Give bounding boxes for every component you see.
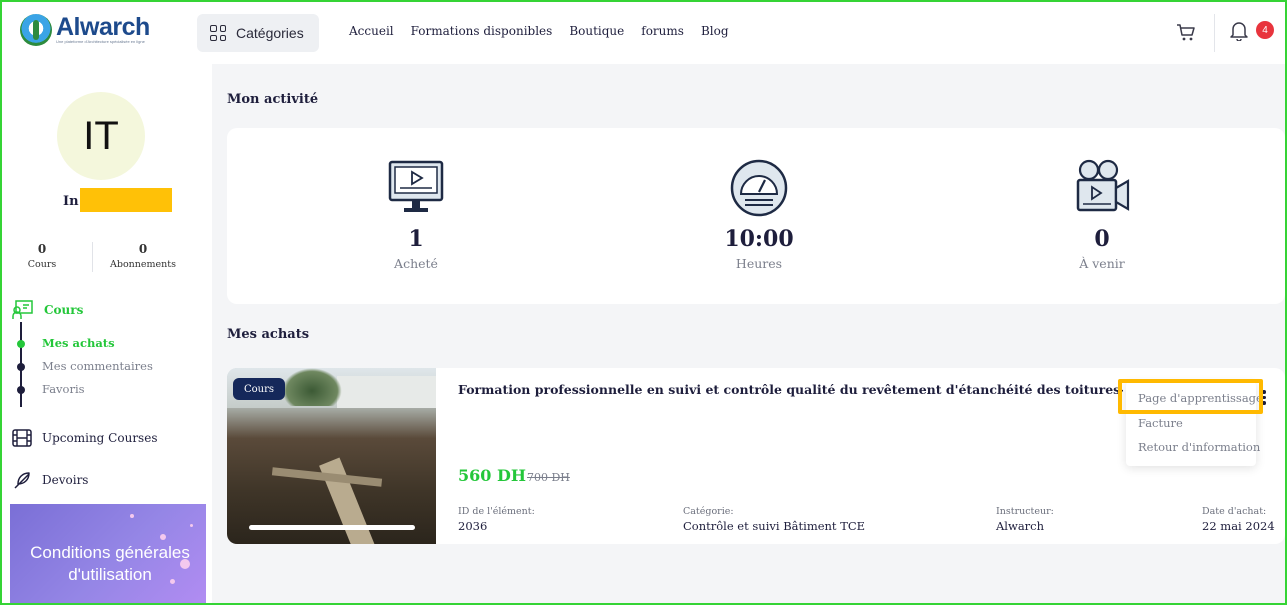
meta-item-id-value: 2036 bbox=[458, 519, 488, 533]
nav-accueil[interactable]: Accueil bbox=[349, 24, 394, 38]
sidebar-item-cours[interactable]: Cours bbox=[12, 300, 83, 320]
categories-button[interactable]: Catégories bbox=[197, 14, 319, 52]
redaction-box bbox=[80, 188, 172, 212]
meta-category: Catégorie: Contrôle et suivi Bâtiment TC… bbox=[683, 506, 865, 533]
top-header: Alwarch Une plateforme d'Architecture sp… bbox=[2, 2, 1285, 64]
stat-cours: 0 Cours bbox=[12, 242, 72, 272]
brand-logo[interactable]: Alwarch Une plateforme d'Architecture sp… bbox=[20, 14, 156, 46]
sub-menu-dot bbox=[17, 386, 25, 394]
terms-banner[interactable]: Conditions générales d'utilisation bbox=[10, 504, 206, 603]
stat-abonnements-label: Abonnements bbox=[110, 259, 176, 270]
activity-card: 1 Acheté 10:00 Heures 0 À venir bbox=[227, 128, 1285, 304]
meta-instructor: Instructeur: Alwarch bbox=[996, 506, 1054, 533]
activity-purchased-caption: Acheté bbox=[394, 256, 438, 271]
video-camera-icon bbox=[1076, 159, 1130, 212]
sidebar-item-devoirs[interactable]: Devoirs bbox=[12, 470, 88, 490]
thumbnail-progress-bar bbox=[249, 525, 415, 530]
stat-divider bbox=[92, 242, 93, 272]
nav-blog[interactable]: Blog bbox=[701, 24, 729, 38]
stat-abonnements-value: 0 bbox=[138, 242, 148, 256]
profile-stats: 0 Cours 0 Abonnements bbox=[12, 242, 202, 272]
purchases-title: Mes achats bbox=[227, 327, 310, 342]
meta-purchase-date-value: 22 mai 2024 bbox=[1202, 519, 1275, 533]
logo-mark-icon bbox=[20, 14, 52, 46]
sub-menu-dot bbox=[17, 363, 25, 371]
nav-forums[interactable]: forums bbox=[641, 24, 684, 38]
course-title[interactable]: Formation professionnelle en suivi et co… bbox=[458, 382, 1123, 397]
activity-title: Mon activité bbox=[227, 92, 319, 107]
meta-purchase-date-label: Date d'achat: bbox=[1202, 506, 1267, 517]
meta-category-value: Contrôle et suivi Bâtiment TCE bbox=[683, 519, 866, 533]
meta-item-id-label: ID de l'élément: bbox=[458, 506, 535, 517]
brand-name: Alwarch bbox=[56, 13, 150, 41]
nav-formations[interactable]: Formations disponibles bbox=[411, 24, 553, 38]
categories-label: Catégories bbox=[236, 25, 304, 41]
meta-category-label: Catégorie: bbox=[683, 506, 734, 517]
main-nav: Accueil Formations disponibles Boutique … bbox=[349, 24, 729, 38]
cart-icon[interactable] bbox=[1176, 22, 1196, 42]
activity-purchased-value: 1 bbox=[408, 226, 424, 252]
activity-upcoming-caption: À venir bbox=[1079, 256, 1125, 271]
activity-hours: 10:00 Heures bbox=[689, 158, 829, 271]
brand-tagline: Une plateforme d'Architecture spécialisé… bbox=[56, 39, 145, 44]
feather-pen-icon bbox=[14, 472, 30, 489]
meta-purchase-date: Date d'achat: 22 mai 2024 bbox=[1202, 506, 1275, 533]
stat-cours-label: Cours bbox=[27, 259, 57, 270]
notification-badge[interactable]: 4 bbox=[1256, 21, 1274, 39]
sidebar-sub-mes-commentaires[interactable]: Mes commentaires bbox=[42, 359, 153, 373]
header-divider bbox=[1214, 14, 1215, 52]
speedometer-icon bbox=[730, 159, 788, 217]
stat-cours-value: 0 bbox=[37, 242, 47, 256]
avatar: IT bbox=[57, 92, 145, 180]
sidebar: IT In 0 Cours 0 Abonnements Cours Mes ac… bbox=[2, 64, 212, 603]
course-price: 560 DH bbox=[458, 466, 526, 485]
sub-menu-dot-active bbox=[17, 340, 25, 348]
course-old-price: 700 DH bbox=[527, 471, 570, 484]
sidebar-item-cours-label: Cours bbox=[44, 303, 84, 317]
nav-boutique[interactable]: Boutique bbox=[569, 24, 624, 38]
activity-upcoming-value: 0 bbox=[1094, 226, 1110, 252]
menu-item-feedback[interactable]: Retour d'information bbox=[1138, 440, 1260, 454]
activity-purchased: 1 Acheté bbox=[346, 158, 486, 271]
activity-hours-value: 10:00 bbox=[724, 226, 794, 252]
bell-icon[interactable] bbox=[1230, 21, 1248, 41]
meta-item-id: ID de l'élément: 2036 bbox=[458, 506, 535, 533]
meta-instructor-label: Instructeur: bbox=[996, 506, 1054, 517]
course-thumbnail[interactable]: Cours bbox=[227, 368, 436, 544]
stat-abonnements: 0 Abonnements bbox=[103, 242, 183, 272]
sidebar-item-upcoming[interactable]: Upcoming Courses bbox=[12, 428, 157, 448]
sidebar-item-upcoming-label: Upcoming Courses bbox=[42, 431, 158, 445]
sidebar-item-devoirs-label: Devoirs bbox=[42, 473, 89, 487]
grid-icon bbox=[210, 25, 226, 41]
terms-banner-text: Conditions générales d'utilisation bbox=[30, 543, 190, 584]
meta-instructor-value: Alwarch bbox=[996, 519, 1045, 533]
highlight-box bbox=[1118, 379, 1263, 414]
activity-upcoming: 0 À venir bbox=[1032, 158, 1172, 271]
course-board-icon bbox=[12, 300, 33, 319]
course-type-badge: Cours bbox=[233, 378, 285, 400]
sidebar-sub-mes-achats[interactable]: Mes achats bbox=[42, 336, 115, 350]
monitor-play-icon bbox=[388, 160, 444, 212]
user-name: In bbox=[63, 194, 79, 209]
sidebar-sub-favoris[interactable]: Favoris bbox=[42, 382, 85, 396]
film-icon bbox=[12, 429, 32, 447]
menu-item-invoice[interactable]: Facture bbox=[1138, 416, 1183, 430]
activity-hours-caption: Heures bbox=[735, 256, 783, 271]
